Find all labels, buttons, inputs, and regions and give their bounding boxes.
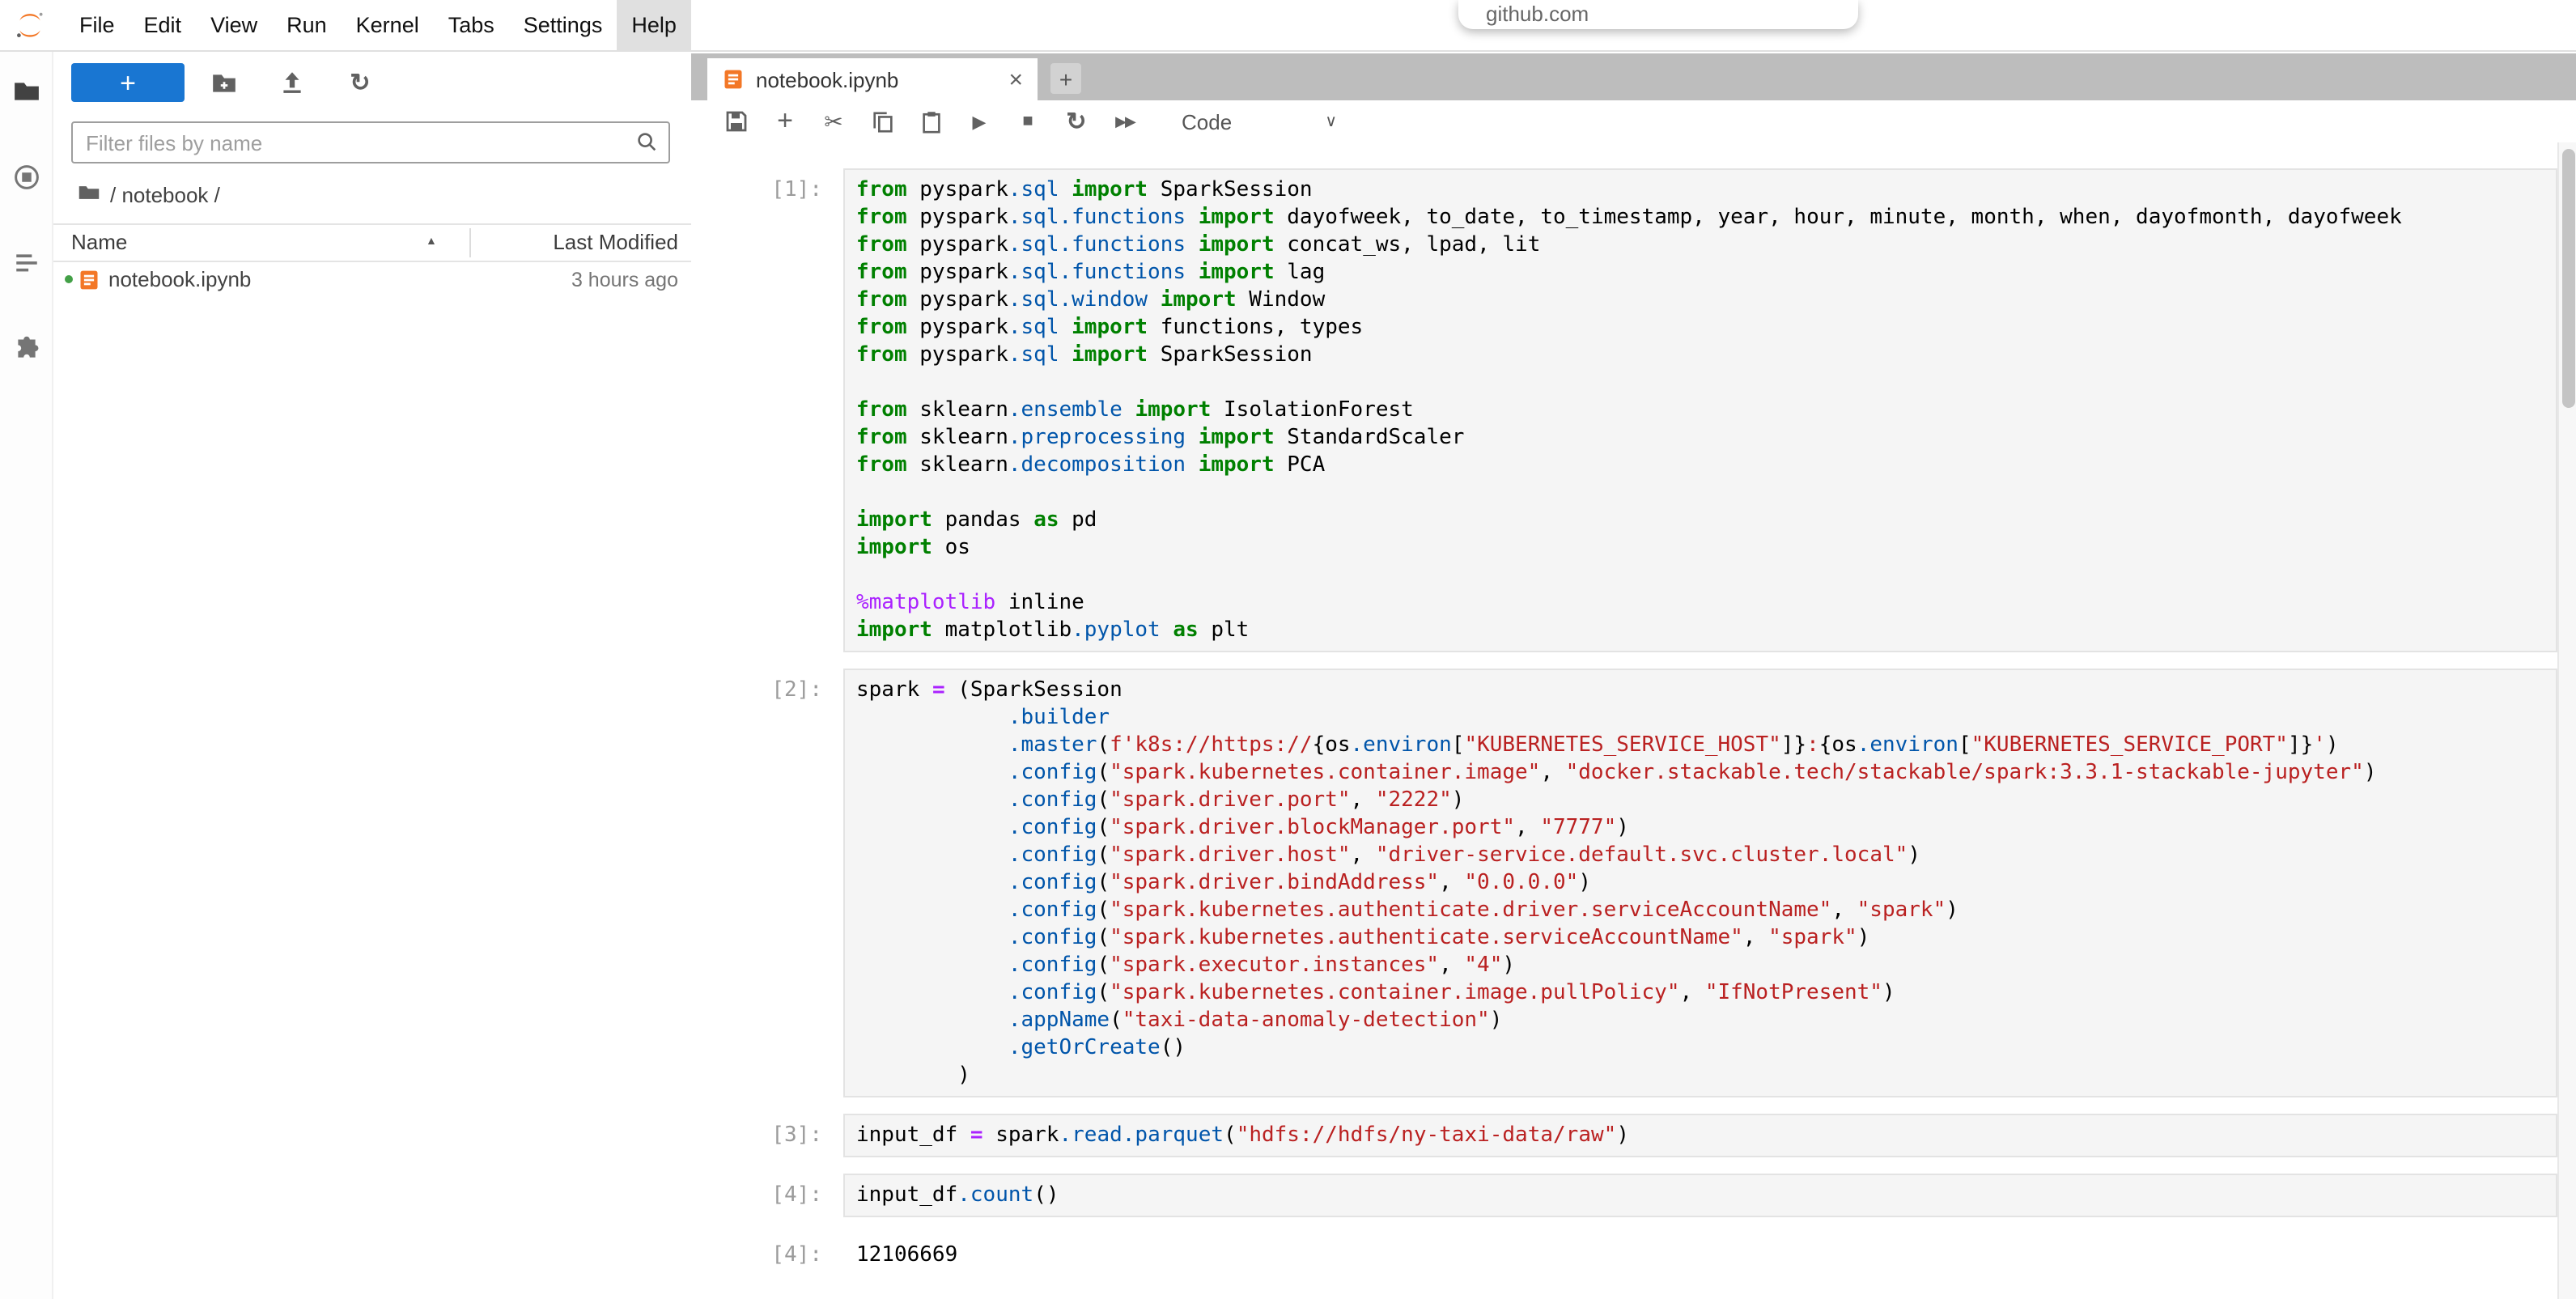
code-editor[interactable]: from pyspark.sql import SparkSession fro… <box>843 168 2557 652</box>
notebook-code-cell: [3]:input_df = spark.read.parquet("hdfs:… <box>691 1114 2576 1157</box>
menu-item-settings[interactable]: Settings <box>509 0 617 50</box>
folder-icon <box>78 181 100 209</box>
menu-items: FileEditViewRunKernelTabsSettingsHelp <box>65 0 691 50</box>
close-tab-icon[interactable]: × <box>1008 67 1023 91</box>
left-activity-bar <box>0 50 53 1299</box>
jupyterlab-app: FileEditViewRunKernelTabsSettingsHelp gi… <box>0 0 2576 1299</box>
code-editor[interactable]: spark = (SparkSession .builder .master(f… <box>843 669 2557 1097</box>
file-last-modified: 3 hours ago <box>571 261 678 299</box>
column-header-modified[interactable]: Last Modified <box>553 225 678 261</box>
filter-box <box>71 121 670 163</box>
run-cell-icon[interactable]: ▶ <box>961 104 997 139</box>
file-browser-panel: + ↻ / notebook / Name ▲ Las <box>53 50 691 1299</box>
popup-text: github.com <box>1486 2 1589 26</box>
breadcrumb-path: / notebook / <box>110 183 220 207</box>
new-launcher-button[interactable]: + <box>71 63 185 102</box>
paste-cells-icon[interactable] <box>913 104 948 139</box>
copy-cells-icon[interactable] <box>864 104 900 139</box>
upload-icon[interactable] <box>278 69 306 96</box>
notebook-cells: [1]:from pyspark.sql import SparkSession… <box>691 168 2576 1269</box>
new-folder-icon[interactable] <box>210 69 238 96</box>
menu-item-help[interactable]: Help <box>617 0 691 50</box>
new-tab-button[interactable]: + <box>1050 63 1081 94</box>
cut-cells-icon[interactable]: ✂ <box>816 104 851 139</box>
chevron-down-icon: ∨ <box>1325 112 1337 130</box>
file-list-header: Name ▲ Last Modified <box>53 223 691 262</box>
notebook-area: [1]:from pyspark.sql import SparkSession… <box>691 142 2576 1299</box>
sort-ascending-icon: ▲ <box>426 225 437 261</box>
tab-bar: notebook.ipynb × + <box>691 53 2576 100</box>
file-row[interactable]: notebook.ipynb 3 hours ago <box>53 261 691 299</box>
menu-item-file[interactable]: File <box>65 0 129 50</box>
file-list: notebook.ipynb 3 hours ago <box>53 261 691 299</box>
notebook-toolbar: + ✂ ▶ ■ ↻ ▶▶ Code ∨ <box>691 100 2576 144</box>
notebook-code-cell: [4]:input_df.count() <box>691 1174 2576 1217</box>
restart-kernel-icon[interactable]: ↻ <box>1059 104 1094 139</box>
insert-cell-icon[interactable]: + <box>767 104 803 139</box>
file-browser-toolbar: + ↻ <box>53 62 691 104</box>
menu-item-edit[interactable]: Edit <box>129 0 197 50</box>
menu-item-tabs[interactable]: Tabs <box>434 0 509 50</box>
notebook-code-cell: [1]:from pyspark.sql import SparkSession… <box>691 168 2576 652</box>
main-area: notebook.ipynb × + + ✂ ▶ ■ ↻ ▶▶ Code ∨ <box>691 53 2576 1299</box>
interrupt-kernel-icon[interactable]: ■ <box>1010 104 1046 139</box>
file-modified-dot-icon <box>65 275 73 283</box>
notebook-file-icon <box>722 68 745 91</box>
breadcrumb[interactable]: / notebook / <box>78 181 220 209</box>
table-of-contents-icon[interactable] <box>12 249 40 277</box>
menu-item-view[interactable]: View <box>196 0 272 50</box>
vertical-scrollbar <box>2557 142 2576 1299</box>
notebook-code-cell: [2]:spark = (SparkSession .builder .mast… <box>691 669 2576 1097</box>
cell-type-value: Code <box>1182 109 1232 134</box>
plus-icon: + <box>120 69 136 96</box>
code-editor[interactable]: input_df = spark.read.parquet("hdfs://hd… <box>843 1114 2557 1157</box>
search-icon <box>634 129 659 154</box>
cell-prompt: [4]: <box>691 1174 843 1209</box>
cell-prompt: [2]: <box>691 669 843 704</box>
notebook-output: [4]:12106669 <box>691 1233 2576 1269</box>
file-name: notebook.ipynb <box>108 261 251 299</box>
running-kernels-icon[interactable] <box>12 163 40 191</box>
scrollbar-thumb[interactable] <box>2561 149 2574 408</box>
refresh-icon[interactable]: ↻ <box>346 69 374 96</box>
tab-notebook[interactable]: notebook.ipynb × <box>707 58 1038 100</box>
cell-prompt: [3]: <box>691 1114 843 1149</box>
save-icon[interactable] <box>719 104 754 139</box>
column-header-name[interactable]: Name <box>71 225 127 261</box>
code-editor[interactable]: input_df.count() <box>843 1174 2557 1217</box>
menu-item-run[interactable]: Run <box>272 0 342 50</box>
file-browser-icon[interactable] <box>12 78 40 105</box>
column-divider <box>469 228 471 257</box>
browser-popup: github.com <box>1458 0 1858 29</box>
cell-output: 12106669 <box>843 1233 2557 1269</box>
scale-wrapper: FileEditViewRunKernelTabsSettingsHelp gi… <box>0 0 2576 1299</box>
restart-run-all-icon[interactable]: ▶▶ <box>1107 104 1143 139</box>
cell-prompt: [4]: <box>691 1233 843 1269</box>
menu-bar: FileEditViewRunKernelTabsSettingsHelp <box>0 0 2576 52</box>
tab-title: notebook.ipynb <box>756 67 898 91</box>
jupyter-logo-icon <box>15 10 45 40</box>
filter-files-input[interactable] <box>71 121 670 163</box>
menu-item-kernel[interactable]: Kernel <box>342 0 434 50</box>
cell-prompt: [1]: <box>691 168 843 204</box>
cell-type-dropdown[interactable]: Code ∨ <box>1175 109 1343 134</box>
notebook-file-icon <box>78 269 100 291</box>
extension-manager-icon[interactable] <box>12 335 40 363</box>
